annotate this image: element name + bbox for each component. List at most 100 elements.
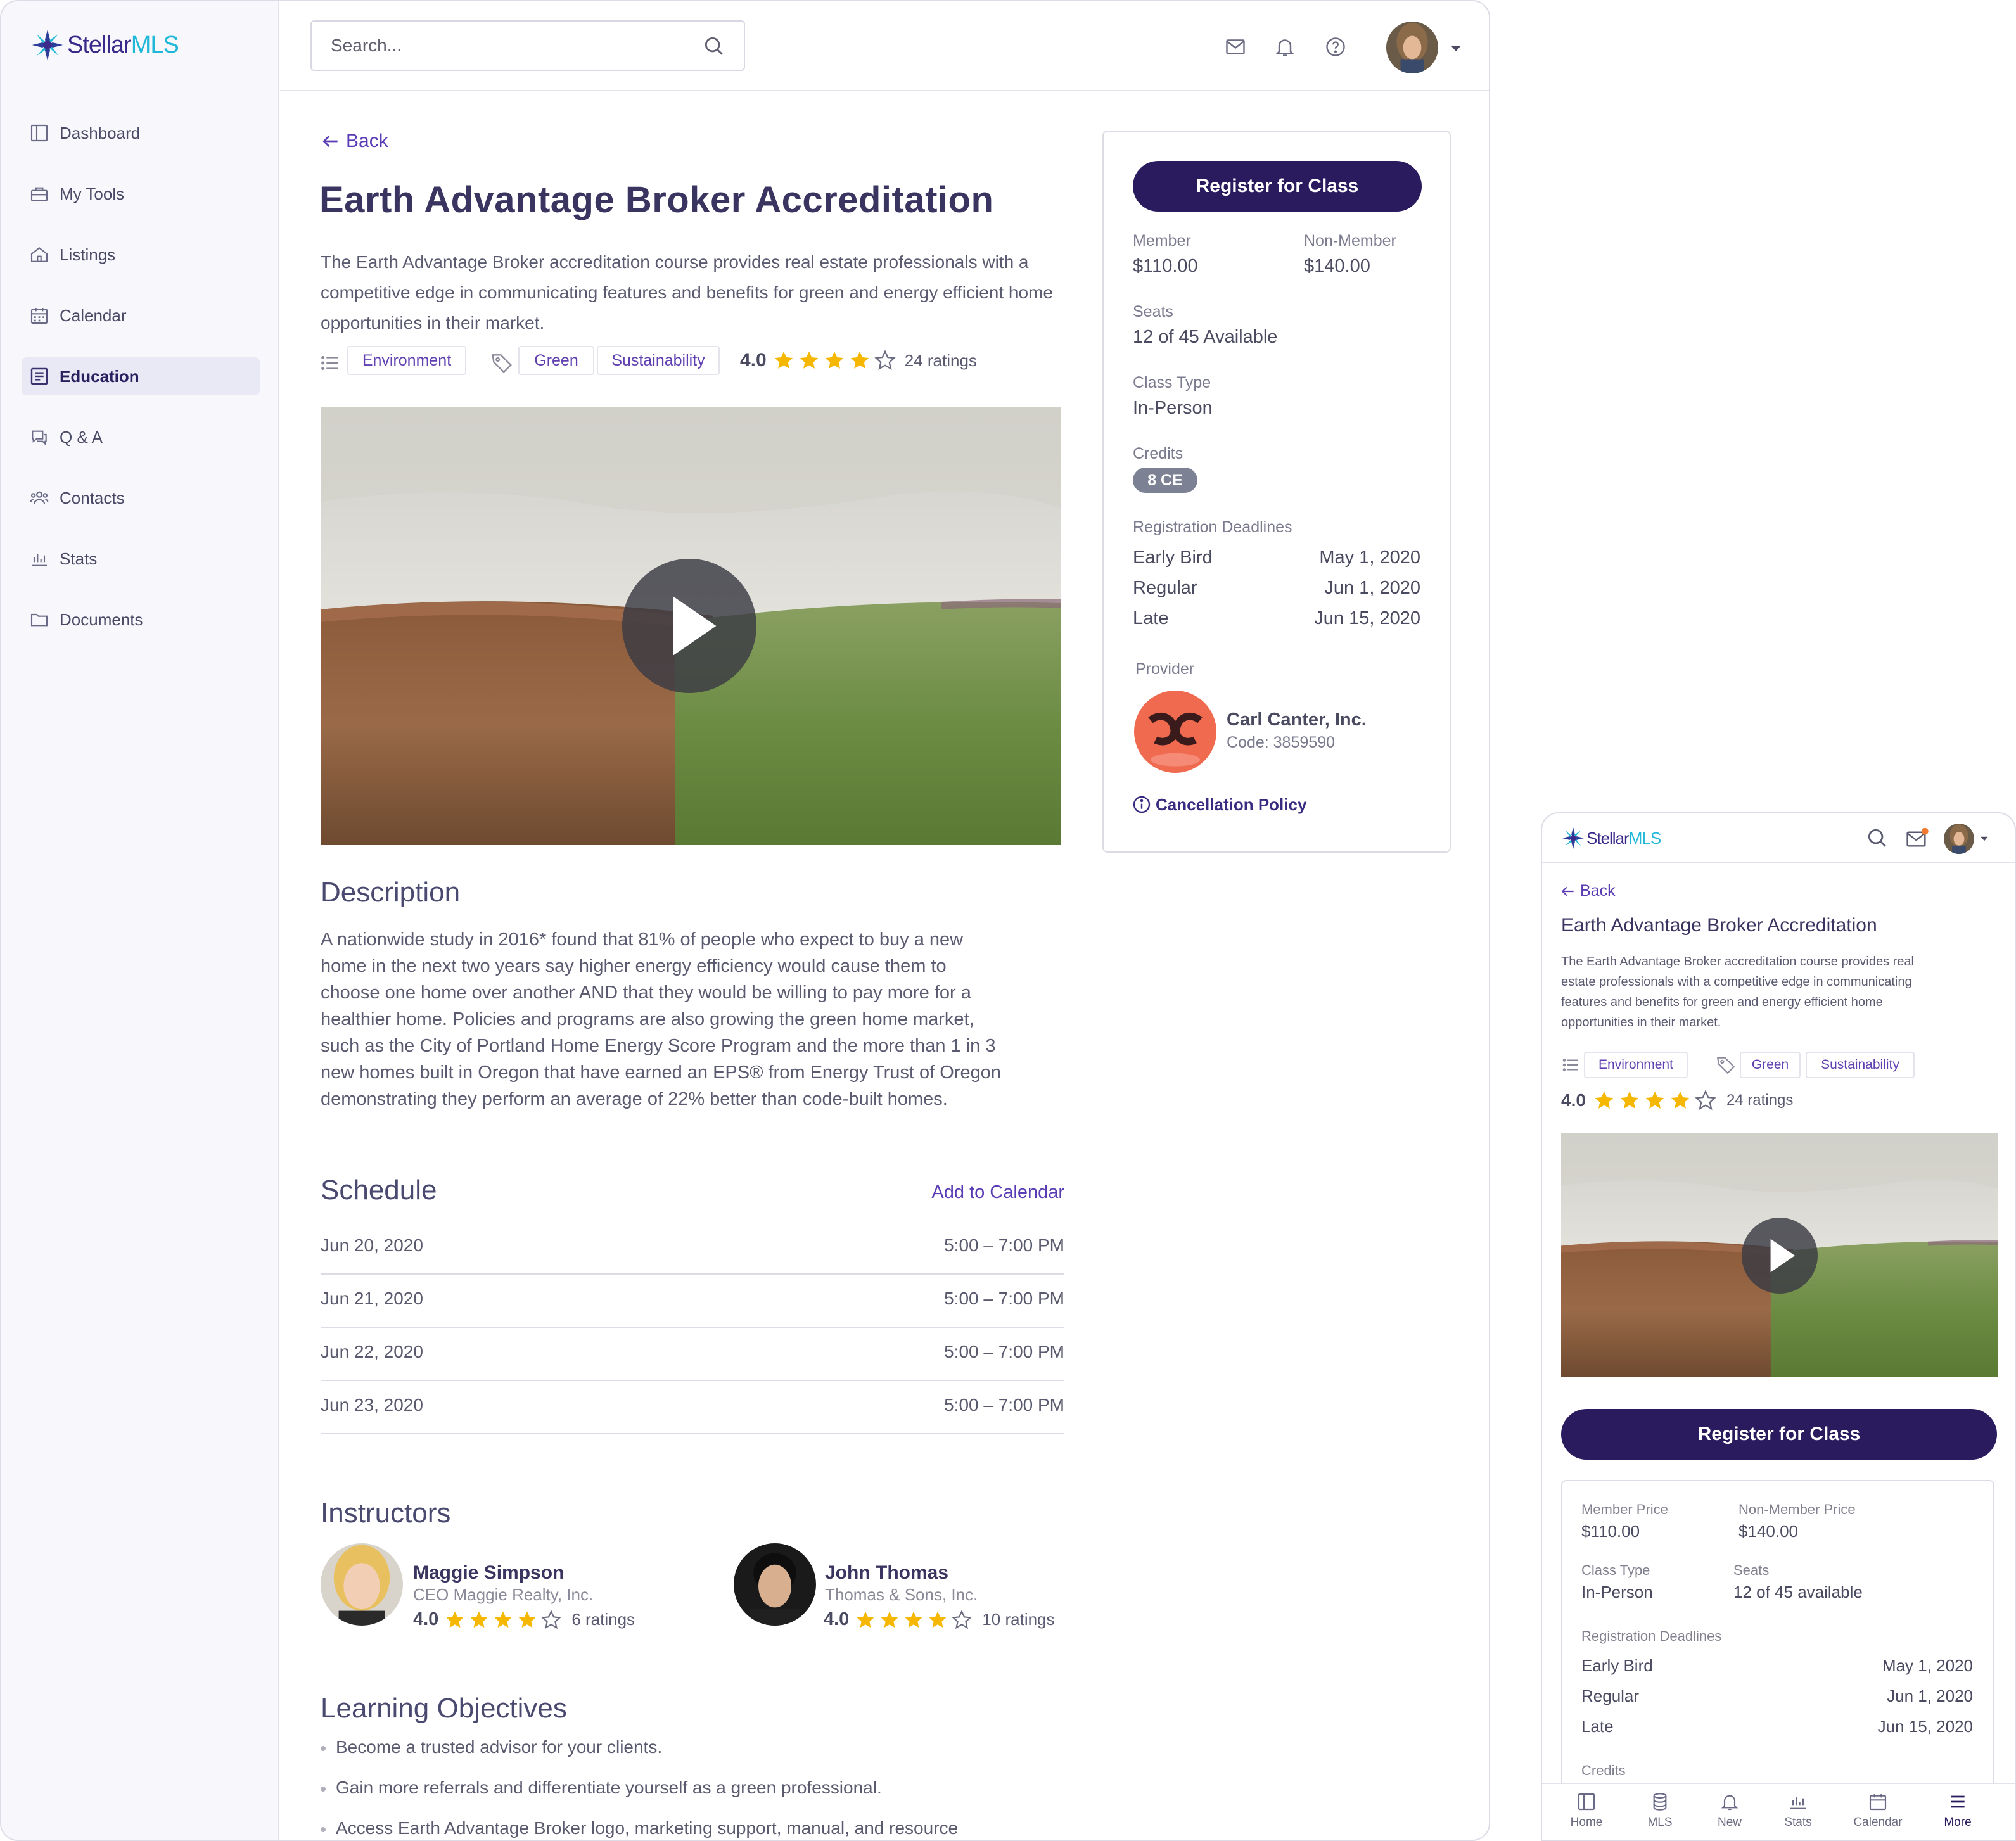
cancellation-policy-link[interactable]: Cancellation Policy [1132,794,1306,815]
instructor-card[interactable]: Maggie Simpson CEO Maggie Realty, Inc. 4… [321,1543,675,1632]
description-line: choose one home over another AND that th… [321,983,971,1003]
tab-mls[interactable]: MLS [1622,1792,1698,1830]
avatar[interactable] [1944,824,1974,854]
description-heading: Description [321,877,461,908]
tab-label: Stats [1784,1816,1812,1829]
chart-icon [32,554,47,566]
sidebar-item-my-tools[interactable]: My Tools [22,175,260,213]
back-label: Back [1580,882,1616,900]
register-button[interactable]: Register for Class [1561,1409,1997,1460]
description-line: healthier home. Policies and programs ar… [321,1009,974,1029]
play-icon[interactable] [1742,1218,1818,1294]
instructor-name: John Thomas [825,1562,949,1583]
instructor-avatar [321,1543,403,1626]
search-input[interactable] [331,33,686,58]
dashboard-icon [1578,1793,1595,1811]
register-button[interactable]: Register for Class [1133,161,1422,212]
back-link[interactable]: Back [1560,882,1616,900]
back-label: Back [346,131,388,151]
tab-home[interactable]: Home [1548,1792,1624,1830]
mail-icon[interactable] [1224,35,1247,58]
ratings-count: 10 ratings [982,1610,1055,1629]
folder-icon [30,613,48,627]
sidebar-item-label: Education [60,366,139,386]
star-icon [824,350,845,371]
arrow-left-icon [1561,886,1574,896]
mail-icon[interactable] [1904,826,1930,850]
sidebar-item-qa[interactable]: Q & A [22,418,260,456]
tab-label: MLS [1647,1816,1673,1829]
star-outline-icon [952,1610,972,1630]
back-link[interactable]: Back [321,131,388,152]
tab-calendar[interactable]: Calendar [1840,1792,1916,1830]
sidebar-item-listings[interactable]: Listings [22,236,260,274]
database-icon [1653,1793,1667,1811]
add-to-calendar-link[interactable]: Add to Calendar [919,1182,1064,1203]
objective-item: Become a trusted advisor for your client… [321,1737,662,1757]
tab-new[interactable]: New [1692,1792,1768,1830]
bell-icon[interactable] [1273,35,1296,58]
search-icon[interactable] [1865,826,1889,850]
stellar-logo-icon [1562,827,1585,850]
tab-label: Calendar [1853,1816,1903,1829]
avatar[interactable] [1386,22,1438,73]
search-icon[interactable] [702,34,726,58]
star-icon [855,1610,876,1630]
instructor-card[interactable]: John Thomas Thomas & Sons, Inc. 4.0 10 r… [734,1543,1088,1632]
tag-icon [492,354,512,373]
member-label: Member [1133,232,1191,250]
book-icon [30,367,48,385]
tag-chip[interactable]: Sustainability [1806,1052,1915,1078]
play-icon[interactable] [622,559,756,693]
sidebar-item-label: Contacts [60,488,125,507]
desktop-window: Stellar MLS Dashboard My Tools Listings … [0,0,1490,1841]
star-icon [1669,1090,1691,1111]
star-icon [493,1610,513,1630]
category-chip[interactable]: Environment [1584,1052,1688,1078]
registration-card: Register for Class Member $110.00 Non-Me… [1102,131,1451,853]
rating-value: 4.0 [1561,1090,1586,1110]
sidebar-item-documents[interactable]: Documents [22,601,260,639]
class-type-label: Class Type [1581,1562,1650,1578]
class-type-value: In-Person [1133,398,1213,418]
dashboard-icon [30,124,48,142]
brand-logo[interactable]: Stellar MLS [1561,826,1661,850]
sidebar-item-education[interactable]: Education [22,357,260,395]
star-icon [1619,1090,1640,1111]
tag-chip[interactable]: Sustainability [597,346,720,375]
tab-more[interactable]: More [1920,1792,1996,1830]
chevron-down-icon[interactable] [1450,44,1462,53]
star-icon [903,1610,924,1630]
course-video[interactable] [321,407,1061,845]
help-icon[interactable] [1324,35,1347,58]
ratings-count: 24 ratings [904,350,977,370]
schedule-time: 5:00 – 7:00 PM [944,1235,1064,1255]
provider-code: Code: 3859590 [1227,734,1335,751]
list-icon [321,355,338,371]
objective-item: Gain more referrals and differentiate yo… [321,1778,882,1798]
member-price: $110.00 [1133,256,1198,276]
class-type-label: Class Type [1133,374,1211,392]
tab-label: More [1944,1816,1972,1829]
chevron-down-icon[interactable] [1979,835,1989,843]
category-chip[interactable]: Environment [347,346,466,375]
deadline-name: Early Bird [1581,1656,1653,1675]
objective-item: Access Earth Advantage Broker logo, mark… [321,1818,958,1838]
sidebar-item-dashboard[interactable]: Dashboard [22,114,260,152]
sidebar-item-label: Listings [60,245,116,264]
ratings-count: 24 ratings [1726,1092,1794,1109]
tag-chip[interactable]: Green [518,346,594,375]
brand-logo[interactable]: Stellar MLS [30,28,179,62]
list-icon [1562,1059,1578,1071]
stellar-logo-icon [32,29,63,61]
sidebar-item-contacts[interactable]: Contacts [22,479,260,517]
star-icon [1644,1090,1666,1111]
tab-stats[interactable]: Stats [1760,1792,1836,1830]
star-icon [798,350,820,371]
sidebar-item-calendar[interactable]: Calendar [22,296,260,334]
credits-label: Credits [1581,1762,1626,1778]
tag-chip[interactable]: Green [1740,1052,1801,1078]
sidebar-item-stats[interactable]: Stats [22,540,260,578]
course-video[interactable] [1561,1133,1998,1377]
nonmember-label: Non-Member [1304,232,1396,250]
